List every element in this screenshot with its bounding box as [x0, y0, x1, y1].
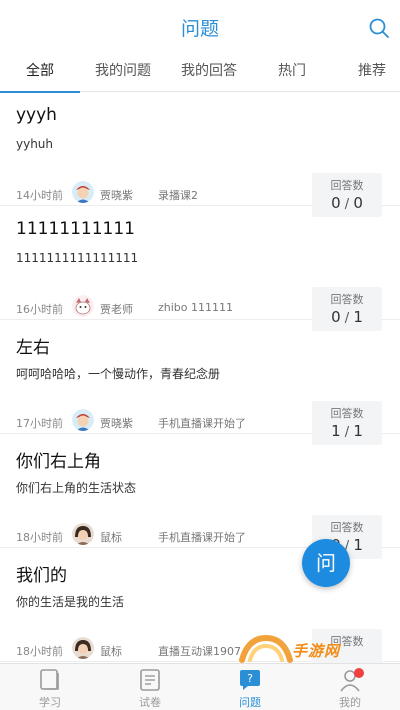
question-card[interactable]: 11111111111 1111111111111111 16小时前 贾老师 z…: [0, 207, 400, 331]
course-name: 录播课2: [158, 189, 198, 202]
tab-my-questions[interactable]: 我的问题: [80, 52, 166, 92]
bottom-navigation: 学习 试卷 ? 问题 我的: [0, 663, 400, 710]
nav-label: 试卷: [139, 696, 161, 709]
question-title: 你们右上角: [16, 452, 101, 472]
course-name: 手机直播课开始了: [158, 417, 246, 430]
answer-count-label: 回答数: [330, 407, 364, 420]
nav-label: 学习: [39, 696, 61, 709]
question-title: yyyh: [16, 105, 57, 125]
question-time: 17小时前: [16, 417, 63, 430]
watermark-logo-icon: [239, 634, 293, 663]
author-name: 贾老师: [100, 303, 133, 316]
answer-count-label: 回答数: [330, 521, 364, 534]
tab-my-answers[interactable]: 我的回答: [166, 52, 252, 92]
question-description: 呵呵哈哈哈，一个慢动作，青春纪念册: [16, 367, 221, 381]
nav-exam[interactable]: 试卷: [100, 664, 200, 710]
boy-avatar: [72, 181, 94, 203]
notification-badge: [354, 668, 364, 678]
author-name: 贾晓紫: [100, 189, 133, 202]
nav-profile[interactable]: 我的: [300, 664, 400, 710]
tab-hot[interactable]: 热门: [252, 52, 332, 92]
answer-count-label: 回答数: [330, 179, 364, 192]
tab-label: 全部: [26, 63, 54, 79]
tab-recommended[interactable]: 推荐: [340, 52, 400, 92]
author-name: 鼠标: [100, 531, 122, 544]
question-description: 你们右上角的生活状态: [16, 481, 137, 495]
question-card[interactable]: yyyh yyhuh 14小时前 贾晓紫 录播课2 回答数 0 / 0: [0, 93, 400, 217]
author-name: 鼠标: [100, 645, 122, 658]
book-icon: [40, 669, 59, 690]
question-description: 1111111111111111: [16, 251, 139, 265]
boy-avatar: [72, 409, 94, 431]
question-time: 18小时前: [16, 531, 63, 544]
tab-bar: 全部 我的问题 我的回答 热门 推荐: [0, 52, 400, 93]
tab-label: 热门: [278, 63, 306, 79]
course-name: 直播互动课1907: [158, 645, 241, 658]
cartoon-avatar: [72, 295, 94, 317]
nav-label: 我的: [339, 696, 361, 709]
nav-questions[interactable]: ? 问题: [200, 664, 300, 710]
author-name: 贾晓紫: [100, 417, 133, 430]
page-title: 问题: [180, 18, 219, 40]
app-header: 问题: [0, 0, 400, 52]
question-card[interactable]: 你们右上角 你们右上角的生活状态 18小时前 鼠标 手机直播课开始了 回答数 0…: [0, 435, 400, 559]
nav-label: 问题: [239, 696, 261, 709]
course-name: zhibo 111111: [158, 301, 234, 314]
girl-avatar: [72, 637, 94, 659]
question-title: 11111111111: [16, 219, 135, 239]
search-icon[interactable]: [368, 17, 390, 39]
girl-avatar: [72, 523, 94, 545]
question-description: 你的生活是我的生活: [16, 595, 125, 609]
nav-study[interactable]: 学习: [0, 664, 100, 710]
tab-label: 我的回答: [181, 63, 237, 79]
question-time: 16小时前: [16, 303, 63, 316]
answer-count-label: 回答数: [330, 293, 364, 306]
exam-icon: [140, 669, 160, 691]
course-name: 手机直播课开始了: [158, 531, 246, 544]
question-time: 14小时前: [16, 189, 63, 202]
tab-label: 推荐: [358, 63, 386, 79]
question-card[interactable]: 左右 呵呵哈哈哈，一个慢动作，青春纪念册 17小时前 贾晓紫 手机直播课开始了 …: [0, 321, 400, 445]
question-description: yyhuh: [16, 137, 54, 151]
question-title: 左右: [16, 338, 50, 358]
ask-question-button[interactable]: 问: [302, 539, 350, 587]
tab-all[interactable]: 全部: [0, 52, 80, 93]
question-time: 18小时前: [16, 645, 63, 658]
question-title: 我们的: [16, 566, 67, 586]
tab-label: 我的问题: [95, 63, 151, 79]
watermark-text: 手游网: [292, 642, 341, 660]
question-chat-icon: ?: [240, 670, 260, 690]
svg-text:?: ?: [247, 672, 253, 685]
